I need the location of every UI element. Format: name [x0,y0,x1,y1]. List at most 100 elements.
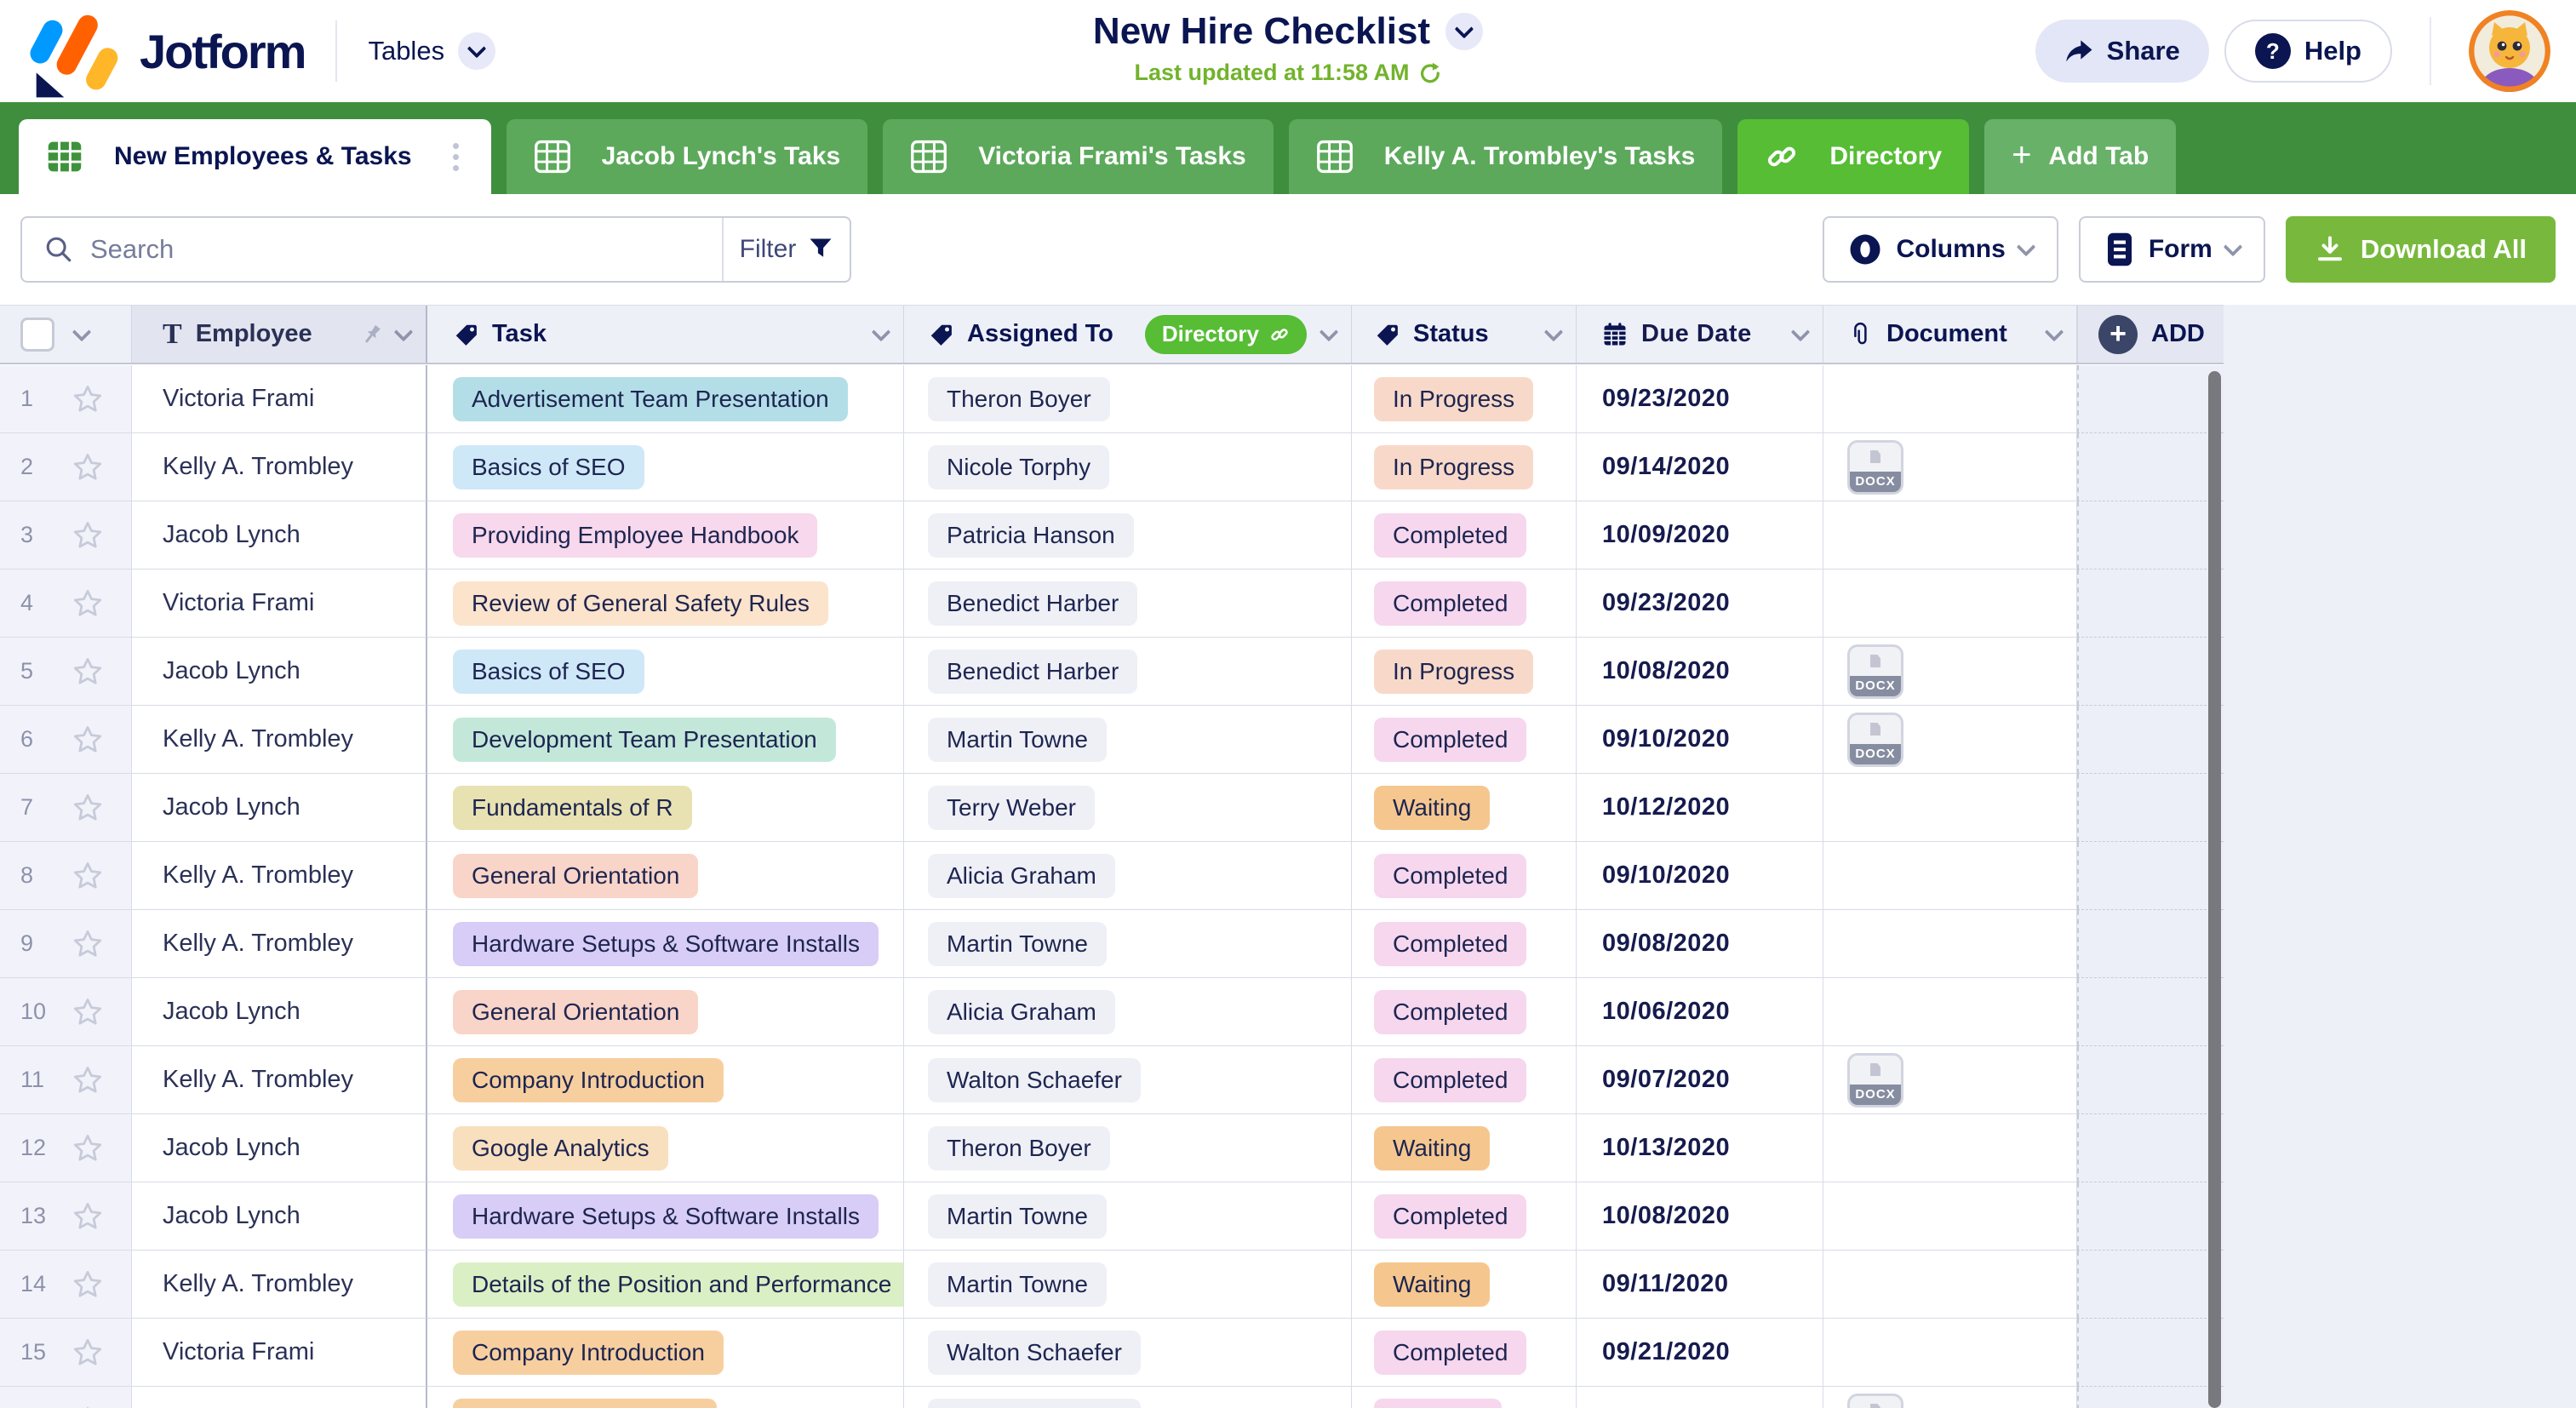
employee-cell[interactable]: Jacob Lynch [132,501,427,569]
star-icon[interactable] [72,1405,104,1408]
due-date-cell[interactable]: 09/10/2020 [1577,842,1823,910]
assigned-to-cell[interactable]: Martin Towne [904,1251,1352,1319]
column-header-task[interactable]: Task [427,306,904,363]
chevron-down-icon[interactable] [394,322,414,341]
search-input[interactable] [90,234,700,265]
star-icon[interactable] [72,519,104,552]
download-all-button[interactable]: Download All [2286,216,2556,283]
document-cell[interactable]: DOCX [1823,1046,2077,1114]
chevron-down-icon[interactable] [1791,322,1811,341]
document-cell[interactable]: DOCX [1823,706,2077,774]
chevron-down-icon[interactable] [72,322,92,341]
employee-cell[interactable]: Kelly A. Trombley [132,910,427,978]
due-date-cell[interactable]: 10/08/2020 [1577,1182,1823,1251]
document-cell[interactable] [1823,910,2077,978]
due-date-cell[interactable]: 10/06/2020 [1577,978,1823,1046]
column-header-due-date[interactable]: Due Date [1577,306,1823,363]
column-header-document[interactable]: Document [1823,306,2077,363]
document-cell[interactable] [1823,1319,2077,1387]
assigned-to-cell[interactable]: Benedict Harber [904,638,1352,706]
tables-product-menu[interactable]: Tables [368,32,495,70]
task-cell[interactable]: Details of the Position and Performance [427,1251,904,1319]
due-date-cell[interactable]: 09/21/2020 [1577,1319,1823,1387]
chevron-down-icon[interactable] [2045,322,2064,341]
docx-file-icon[interactable]: DOCX [1847,1394,1903,1408]
status-cell[interactable]: Completed [1352,569,1577,638]
star-icon[interactable] [72,1336,104,1369]
employee-cell[interactable]: Kelly A. Trombley [132,1046,427,1114]
employee-cell[interactable]: Jacob Lynch [132,1182,427,1251]
tab-add[interactable]: + Add Tab [1984,119,2176,194]
employee-cell[interactable]: Kelly A. Trombley [132,842,427,910]
status-cell[interactable]: Completed [1352,910,1577,978]
select-all-checkbox[interactable] [20,318,54,352]
refresh-icon[interactable] [1418,61,1442,85]
star-icon[interactable] [72,860,104,892]
due-date-cell[interactable]: 09/07/2020 [1577,1046,1823,1114]
filter-button[interactable]: Filter [722,218,850,281]
due-date-cell[interactable]: 10/13/2020 [1577,1114,1823,1182]
task-cell[interactable]: Advertisement Team Presentation [427,365,904,433]
share-button[interactable]: Share [2035,20,2209,83]
status-cell[interactable]: Completed [1352,978,1577,1046]
employee-cell[interactable] [132,1387,427,1408]
document-cell[interactable] [1823,501,2077,569]
document-cell[interactable] [1823,842,2077,910]
column-header-employee[interactable]: T Employee [132,306,427,363]
tab-directory[interactable]: Directory [1737,119,1969,194]
star-icon[interactable] [72,792,104,824]
task-cell[interactable]: Company Introduction [427,1319,904,1387]
status-cell[interactable] [1352,1387,1577,1408]
star-icon[interactable] [72,383,104,415]
avatar[interactable] [2469,10,2550,92]
task-cell[interactable]: Basics of SEO [427,433,904,501]
status-cell[interactable]: Completed [1352,706,1577,774]
star-icon[interactable] [72,587,104,620]
add-column-button[interactable]: + ADD [2077,306,2224,363]
assigned-to-cell[interactable]: Martin Towne [904,706,1352,774]
assigned-to-cell[interactable]: Alicia Graham [904,842,1352,910]
vertical-scrollbar[interactable] [2208,371,2221,1408]
assigned-to-cell[interactable]: Walton Schaefer [904,1046,1352,1114]
star-icon[interactable] [72,996,104,1028]
search-box[interactable] [22,218,722,281]
star-icon[interactable] [72,1268,104,1301]
document-cell[interactable] [1823,1251,2077,1319]
document-cell[interactable] [1823,1114,2077,1182]
due-date-cell[interactable]: 09/08/2020 [1577,910,1823,978]
due-date-cell[interactable]: 09/11/2020 [1577,1251,1823,1319]
star-icon[interactable] [72,451,104,484]
title-chevron-button[interactable] [1445,13,1483,50]
star-icon[interactable] [72,1132,104,1165]
star-icon[interactable] [72,928,104,960]
employee-cell[interactable]: Kelly A. Trombley [132,433,427,501]
docx-file-icon[interactable]: DOCX [1847,713,1903,767]
status-cell[interactable]: Completed [1352,1046,1577,1114]
due-date-cell[interactable]: 09/10/2020 [1577,706,1823,774]
docx-file-icon[interactable]: DOCX [1847,440,1903,495]
due-date-cell[interactable]: 09/23/2020 [1577,365,1823,433]
product-chevron-button[interactable] [458,32,495,70]
task-cell[interactable]: Development Team Presentation [427,706,904,774]
status-cell[interactable]: Completed [1352,501,1577,569]
task-cell[interactable]: Providing Employee Handbook [427,501,904,569]
form-button[interactable]: Form [2079,216,2265,283]
document-cell[interactable] [1823,774,2077,842]
task-cell[interactable]: Google Analytics [427,1114,904,1182]
star-icon[interactable] [72,1064,104,1096]
tab-menu-icon[interactable] [448,138,464,176]
chevron-down-icon[interactable] [872,322,891,341]
assigned-to-cell[interactable]: Theron Boyer [904,365,1352,433]
due-date-cell[interactable]: 09/23/2020 [1577,569,1823,638]
docx-file-icon[interactable]: DOCX [1847,1053,1903,1108]
status-cell[interactable]: In Progress [1352,365,1577,433]
assigned-to-cell[interactable]: Patricia Hanson [904,501,1352,569]
document-cell[interactable] [1823,569,2077,638]
assigned-to-cell[interactable]: Walton Schaefer [904,1319,1352,1387]
employee-cell[interactable]: Victoria Frami [132,569,427,638]
task-cell[interactable]: General Orientation [427,978,904,1046]
directory-badge[interactable]: Directory [1145,315,1307,354]
document-cell[interactable]: DOCX [1823,1387,2077,1408]
assigned-to-cell[interactable] [904,1387,1352,1408]
assigned-to-cell[interactable]: Theron Boyer [904,1114,1352,1182]
